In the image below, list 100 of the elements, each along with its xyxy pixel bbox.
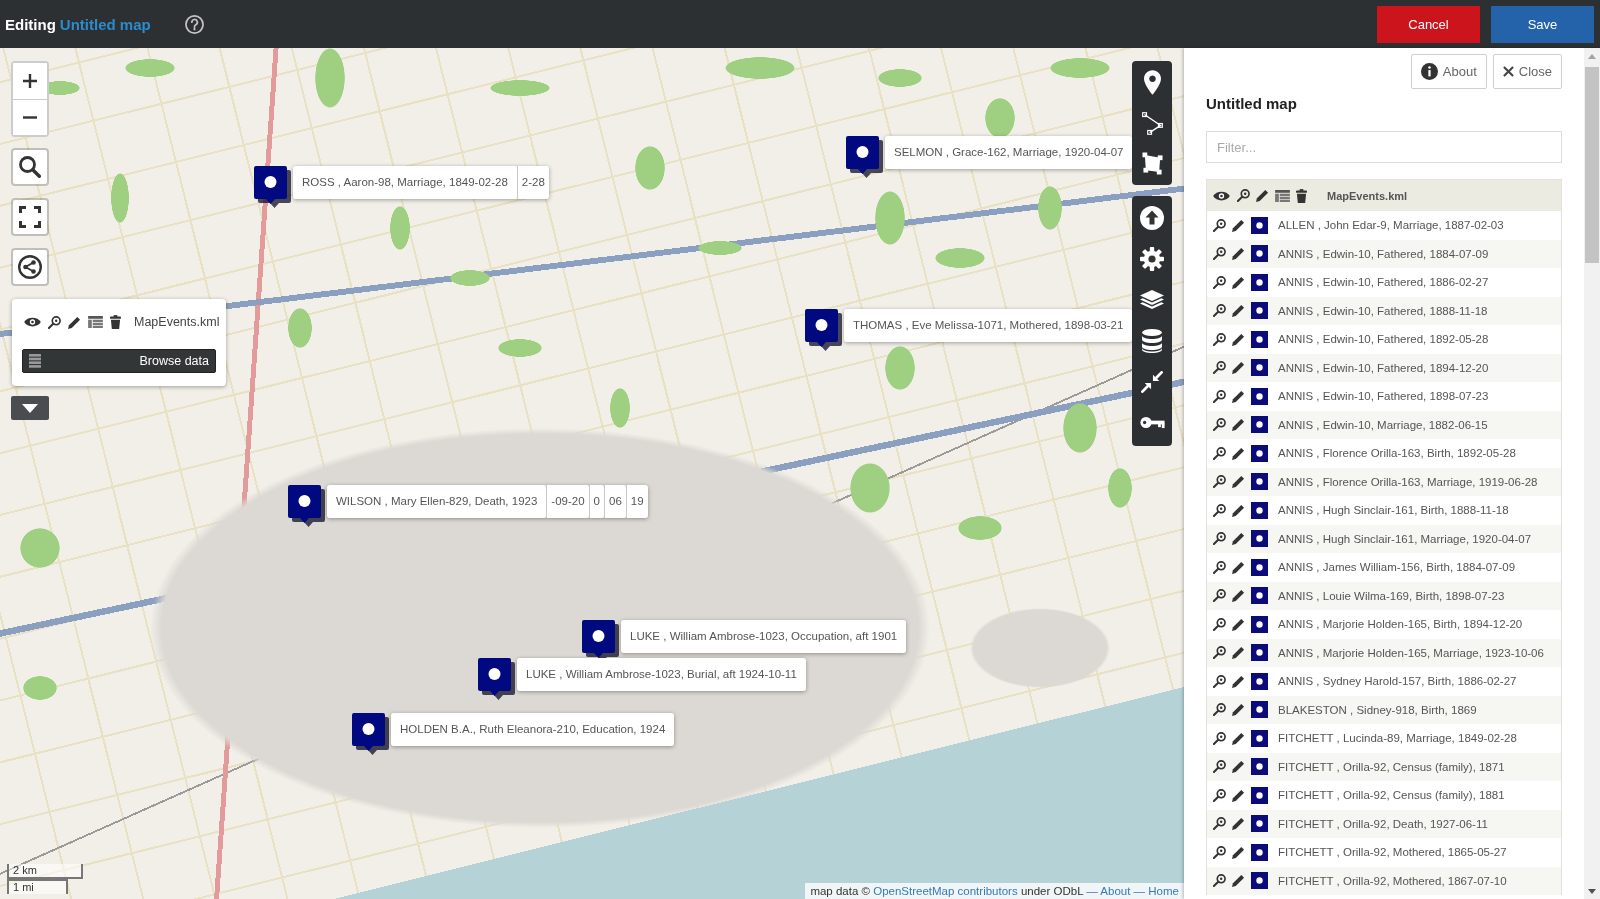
- attribution-link[interactable]: — About — Home: [1086, 885, 1179, 897]
- pencil-icon[interactable]: [1232, 874, 1245, 888]
- map-pin-icon[interactable]: [478, 658, 516, 700]
- magnifier-icon[interactable]: [1213, 674, 1226, 688]
- pencil-icon[interactable]: [1232, 503, 1245, 517]
- pencil-icon[interactable]: [1232, 446, 1245, 460]
- magnifier-icon[interactable]: [1213, 617, 1226, 631]
- feature-label[interactable]: ANNIS , Marjorie Holden-165, Birth, 1894-12-20: [1278, 618, 1523, 631]
- feature-label[interactable]: ANNIS , Hugh Sinclair-161, Birth, 1888-11-18: [1278, 504, 1509, 517]
- map-label[interactable]: SELMON , Grace-162, Marriage, 1920-04-07: [885, 136, 1133, 169]
- feature-label[interactable]: ANNIS , Edwin-10, Fathered, 1884-07-09: [1278, 247, 1489, 260]
- map-label[interactable]: WILSON , Mary Ellen-829, Death, 1923: [327, 485, 547, 518]
- magnifier-icon[interactable]: [1213, 703, 1226, 717]
- map-label[interactable]: HOLDEN B.A., Ruth Eleanora-210, Education, 1924: [391, 713, 675, 746]
- scroll-down-icon[interactable]: [1588, 889, 1596, 894]
- pencil-icon[interactable]: [1232, 361, 1245, 375]
- pencil-icon[interactable]: [68, 315, 81, 329]
- fullscreen-button[interactable]: [11, 198, 49, 236]
- feature-label[interactable]: ANNIS , Marjorie Holden-165, Marriage, 1923-10-06: [1278, 646, 1544, 659]
- magnifier-icon[interactable]: [1213, 503, 1226, 517]
- feature-label[interactable]: ANNIS , Sydney Harold-157, Birth, 1886-02-27: [1278, 675, 1517, 688]
- magnifier-icon[interactable]: [1213, 389, 1226, 403]
- pencil-icon[interactable]: [1232, 332, 1245, 346]
- map-pin-icon[interactable]: [805, 309, 843, 351]
- map-label[interactable]: ROSS , Aaron-98, Marriage, 1849-02-28: [293, 166, 517, 199]
- pencil-icon[interactable]: [1232, 304, 1245, 318]
- map-label[interactable]: THOMAS , Eve Melissa-1071, Mothered, 1898-03-21: [844, 309, 1133, 342]
- magnifier-icon[interactable]: [1213, 788, 1226, 802]
- search-button[interactable]: [11, 148, 49, 186]
- pencil-icon[interactable]: [1232, 389, 1245, 403]
- magnifier-icon[interactable]: [48, 315, 61, 329]
- eye-icon[interactable]: [1213, 190, 1230, 201]
- eye-icon[interactable]: [24, 317, 41, 327]
- map-pin-icon[interactable]: [288, 485, 326, 527]
- expand-button[interactable]: [11, 396, 49, 420]
- close-button[interactable]: Close: [1492, 54, 1562, 89]
- pencil-icon[interactable]: [1232, 275, 1245, 289]
- feature-label[interactable]: ANNIS , Louie Wilma-169, Birth, 1898-07-23: [1278, 589, 1505, 602]
- pencil-icon[interactable]: [1232, 247, 1245, 261]
- browse-data-button[interactable]: Browse data: [22, 349, 216, 373]
- magnifier-icon[interactable]: [1213, 845, 1226, 859]
- magnifier-icon[interactable]: [1213, 475, 1226, 489]
- magnifier-icon[interactable]: [1213, 446, 1226, 460]
- map-title-link[interactable]: Untitled map: [59, 15, 151, 33]
- magnifier-icon[interactable]: [1213, 418, 1226, 432]
- database-icon[interactable]: [1142, 328, 1162, 353]
- magnifier-icon[interactable]: [1213, 218, 1226, 232]
- pencil-icon[interactable]: [1232, 674, 1245, 688]
- pencil-icon[interactable]: [1232, 218, 1245, 232]
- marker-icon[interactable]: [1143, 69, 1161, 95]
- magnifier-icon[interactable]: [1213, 560, 1226, 574]
- magnifier-icon[interactable]: [1213, 332, 1226, 346]
- map-label[interactable]: -09-20: [546, 485, 589, 518]
- scrollbar-thumb[interactable]: [1585, 67, 1599, 263]
- cancel-button[interactable]: Cancel: [1377, 5, 1480, 43]
- pencil-icon[interactable]: [1232, 589, 1245, 603]
- pencil-icon[interactable]: [1232, 646, 1245, 660]
- feature-label[interactable]: FITCHETT , Orilla-92, Mothered, 1865-05-27: [1278, 846, 1507, 859]
- magnifier-icon[interactable]: [1213, 874, 1226, 888]
- feature-label[interactable]: FITCHETT , Orilla-92, Mothered, 1867-07-10: [1278, 874, 1507, 887]
- feature-label[interactable]: ANNIS , Edwin-10, Fathered, 1898-07-23: [1278, 390, 1489, 403]
- pencil-icon[interactable]: [1232, 845, 1245, 859]
- map-label[interactable]: 2-28: [516, 166, 549, 199]
- trash-icon[interactable]: [110, 315, 121, 329]
- map-label[interactable]: LUKE , William Ambrose-1023, Burial, aft 1924-10-11: [517, 658, 806, 691]
- magnifier-icon[interactable]: [1213, 361, 1226, 375]
- share-button[interactable]: [11, 248, 49, 286]
- pencil-icon[interactable]: [1232, 617, 1245, 631]
- feature-label[interactable]: ANNIS , Florence Orilla-163, Marriage, 1919-06-28: [1278, 475, 1538, 488]
- magnifier-icon[interactable]: [1213, 304, 1226, 318]
- map-label[interactable]: 19: [625, 485, 648, 518]
- magnifier-icon[interactable]: [1213, 760, 1226, 774]
- feature-label[interactable]: ANNIS , Hugh Sinclair-161, Marriage, 1920-04-07: [1278, 532, 1532, 545]
- pencil-icon[interactable]: [1232, 532, 1245, 546]
- pencil-icon[interactable]: [1232, 418, 1245, 432]
- map-label[interactable]: 0: [588, 485, 604, 518]
- pencil-icon[interactable]: [1232, 788, 1245, 802]
- feature-label[interactable]: FITCHETT , Orilla-92, Census (family), 1881: [1278, 789, 1505, 802]
- magnifier-icon[interactable]: [1213, 275, 1226, 289]
- trash-icon[interactable]: [1296, 188, 1307, 203]
- table-icon[interactable]: [88, 316, 103, 328]
- feature-label[interactable]: ANNIS , Edwin-10, Fathered, 1894-12-20: [1278, 361, 1489, 374]
- feature-label[interactable]: ANNIS , Florence Orilla-163, Birth, 1892-05-28: [1278, 447, 1516, 460]
- magnifier-icon[interactable]: [1213, 532, 1226, 546]
- map-label[interactable]: 06: [604, 485, 626, 518]
- magnifier-icon[interactable]: [1213, 589, 1226, 603]
- filter-field[interactable]: Filter...: [1206, 131, 1562, 163]
- feature-label[interactable]: ANNIS , James William-156, Birth, 1884-07-09: [1278, 561, 1516, 574]
- zoom-out-button[interactable]: [13, 99, 47, 135]
- help-icon[interactable]: [184, 14, 204, 34]
- feature-label[interactable]: ALLEN , John Edar-9, Marriage, 1887-02-03: [1278, 219, 1504, 232]
- pencil-icon[interactable]: [1232, 475, 1245, 489]
- feature-label[interactable]: BLAKESTON , Sidney-918, Birth, 1869: [1278, 703, 1477, 716]
- pencil-icon[interactable]: [1232, 560, 1245, 574]
- pencil-icon[interactable]: [1232, 760, 1245, 774]
- arrows-inward-icon[interactable]: [1141, 370, 1163, 393]
- table-icon[interactable]: [1275, 189, 1290, 202]
- map-pin-icon[interactable]: [352, 713, 390, 755]
- feature-label[interactable]: FITCHETT , Orilla-92, Death, 1927-06-11: [1278, 817, 1488, 830]
- map-label[interactable]: LUKE , William Ambrose-1023, Occupation, aft 1901: [621, 620, 907, 653]
